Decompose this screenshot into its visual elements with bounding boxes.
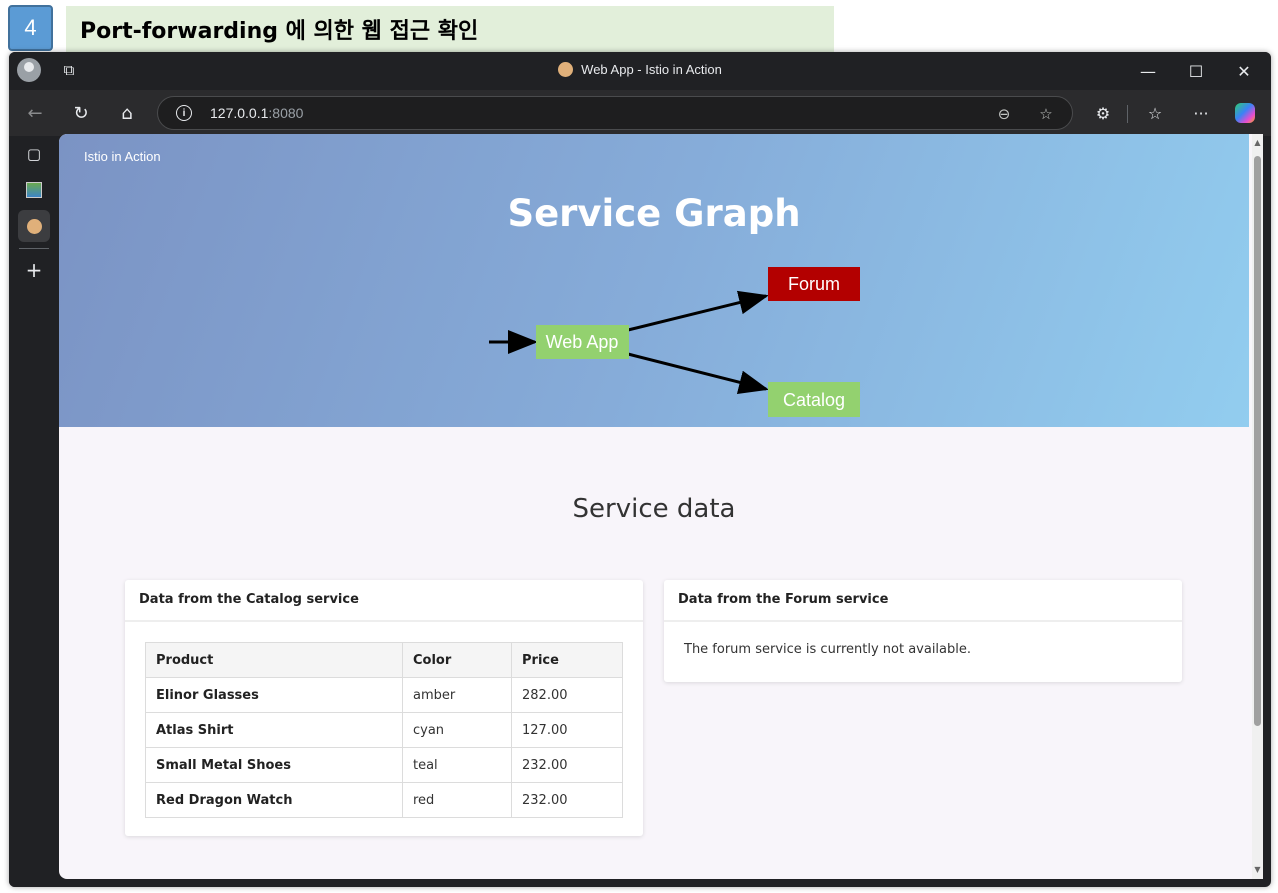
reload-icon[interactable]: ↻ bbox=[67, 99, 95, 127]
hero-banner: Istio in Action Service Graph Web App Fo… bbox=[59, 134, 1249, 427]
color-cell: red bbox=[402, 782, 512, 818]
sidebar-divider bbox=[19, 248, 49, 249]
table-row: Atlas Shirt cyan 127.00 bbox=[145, 712, 623, 748]
scroll-up-icon[interactable]: ▲ bbox=[1253, 138, 1262, 148]
column-header: Product bbox=[145, 642, 403, 678]
favicon-icon bbox=[558, 62, 574, 77]
table-header-row: Product Color Price bbox=[145, 642, 623, 678]
catalog-card: Data from the Catalog service Product Co… bbox=[125, 580, 643, 836]
title-bar: ⧉ Web App - Istio in Action — ☐ ✕ bbox=[9, 52, 1271, 90]
column-header: Color bbox=[402, 642, 512, 678]
zoom-out-icon[interactable]: ⊖ bbox=[992, 102, 1016, 126]
catalog-card-body: Product Color Price Elinor Glasses amber… bbox=[125, 622, 643, 838]
table-row: Red Dragon Watch red 232.00 bbox=[145, 782, 623, 818]
back-arrow-icon[interactable]: ← bbox=[21, 99, 49, 127]
url-host: 127.0.0.1 bbox=[210, 105, 269, 121]
window-title: Web App - Istio in Action bbox=[9, 62, 1271, 77]
browser-toolbar: ← ↻ ⌂ i 127.0.0.1:8080 ⊖ ☆ ⚙ ☆ ··· bbox=[9, 90, 1271, 136]
site-info-icon[interactable]: i bbox=[176, 105, 192, 121]
scroll-down-icon[interactable]: ▼ bbox=[1253, 865, 1262, 875]
product-cell: Atlas Shirt bbox=[145, 712, 403, 748]
product-cell: Elinor Glasses bbox=[145, 677, 403, 713]
price-cell: 127.00 bbox=[511, 712, 623, 748]
scrollbar-thumb[interactable] bbox=[1254, 156, 1261, 726]
table-row: Small Metal Shoes teal 232.00 bbox=[145, 747, 623, 783]
extensions-icon[interactable]: ⚙ bbox=[1089, 99, 1117, 127]
catalog-node-label: Catalog bbox=[783, 390, 845, 410]
copilot-icon[interactable] bbox=[1231, 99, 1259, 127]
step-number-badge: 4 bbox=[8, 5, 53, 51]
section-title: Service data bbox=[572, 494, 736, 524]
product-cell: Red Dragon Watch bbox=[145, 782, 403, 818]
color-cell: amber bbox=[402, 677, 512, 713]
price-cell: 282.00 bbox=[511, 677, 623, 713]
toolbar-divider bbox=[1127, 105, 1128, 123]
web-app-node-label: Web App bbox=[546, 332, 619, 352]
more-options-icon[interactable]: ··· bbox=[1187, 99, 1215, 127]
url-text[interactable]: 127.0.0.1:8080 bbox=[210, 105, 303, 121]
favorites-icon[interactable]: ☆ bbox=[1141, 99, 1169, 127]
vertical-tab-bar: ▢ + bbox=[9, 136, 59, 887]
webapp-to-forum-arrow bbox=[627, 290, 769, 332]
price-cell: 232.00 bbox=[511, 782, 623, 818]
forum-unavailable-message: The forum service is currently not avail… bbox=[684, 642, 972, 657]
url-port: :8080 bbox=[268, 105, 304, 121]
tab-web-app-icon[interactable] bbox=[18, 210, 50, 242]
new-tab-icon[interactable]: + bbox=[18, 254, 50, 286]
home-icon[interactable]: ⌂ bbox=[113, 99, 141, 127]
maximize-icon[interactable]: ☐ bbox=[1173, 58, 1219, 84]
price-cell: 232.00 bbox=[511, 747, 623, 783]
tab-image-icon[interactable] bbox=[18, 174, 50, 206]
close-icon[interactable]: ✕ bbox=[1221, 58, 1267, 84]
catalog-table: Product Color Price Elinor Glasses amber… bbox=[145, 642, 623, 818]
service-graph: Web App Forum Catalog bbox=[489, 267, 860, 417]
product-cell: Small Metal Shoes bbox=[145, 747, 403, 783]
tab-panel-icon[interactable]: ▢ bbox=[18, 138, 50, 170]
forum-card-title: Data from the Forum service bbox=[664, 580, 1182, 622]
minimize-icon[interactable]: — bbox=[1125, 58, 1171, 84]
catalog-card-title: Data from the Catalog service bbox=[125, 580, 643, 622]
forum-card: Data from the Forum service The forum se… bbox=[664, 580, 1182, 682]
column-header: Price bbox=[511, 642, 623, 678]
slide-title: Port-forwarding 에 의한 웹 접근 확인 bbox=[66, 6, 834, 52]
color-cell: teal bbox=[402, 747, 512, 783]
color-cell: cyan bbox=[402, 712, 512, 748]
page-scrollbar[interactable]: ▲ ▼ bbox=[1252, 134, 1263, 879]
favorite-star-icon[interactable]: ☆ bbox=[1034, 102, 1058, 126]
forum-node-label: Forum bbox=[788, 274, 840, 294]
webapp-to-catalog-arrow bbox=[627, 352, 769, 394]
browser-window: ⧉ Web App - Istio in Action — ☐ ✕ ← ↻ ⌂ … bbox=[9, 52, 1271, 887]
page-viewport: Istio in Action Service Graph Web App Fo… bbox=[59, 134, 1263, 879]
address-bar[interactable]: i 127.0.0.1:8080 ⊖ ☆ bbox=[157, 96, 1073, 130]
table-row: Elinor Glasses amber 282.00 bbox=[145, 677, 623, 713]
window-title-text: Web App - Istio in Action bbox=[581, 62, 722, 77]
